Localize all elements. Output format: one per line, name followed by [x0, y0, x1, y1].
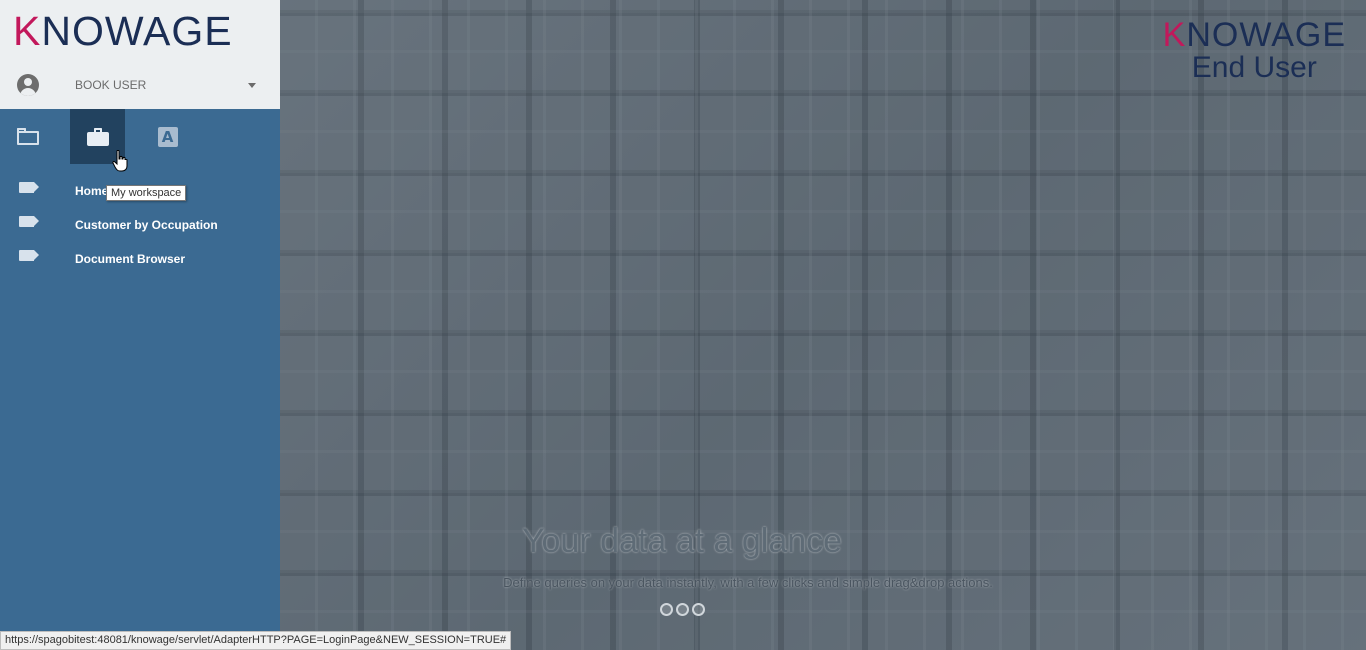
sidebar-logo: KNOWAGE: [0, 0, 280, 62]
knowage-brand-logo: KNOWAGE: [1163, 18, 1346, 52]
brand-text: NOWAGE: [1186, 16, 1346, 54]
sidebar: KNOWAGE BOOK USER A Homepage Customer by…: [0, 0, 280, 650]
hand-cursor-icon: [112, 150, 128, 172]
sidebar-item-customer-by-occupation[interactable]: Customer by Occupation: [0, 206, 280, 240]
sidebar-tabs: A: [0, 109, 280, 164]
carousel-dot[interactable]: [676, 603, 689, 616]
folder-icon: [16, 128, 39, 145]
brand-subtitle: End User: [1191, 51, 1317, 84]
briefcase-icon: [86, 127, 109, 146]
main-content: KNOWAGE End User Your data at a glance D…: [280, 0, 1366, 650]
carousel-dot[interactable]: [660, 603, 673, 616]
sidebar-item-label: Customer by Occupation: [75, 218, 218, 232]
tab-folder[interactable]: [0, 109, 55, 164]
user-menu[interactable]: BOOK USER: [0, 62, 280, 109]
account-icon: [17, 74, 39, 96]
brand-k-letter: K: [1162, 16, 1187, 54]
tag-icon: [19, 182, 39, 193]
tooltip: My workspace: [106, 185, 187, 201]
tab-font[interactable]: A: [140, 109, 195, 164]
tag-icon: [19, 250, 39, 261]
tag-icon: [19, 216, 39, 227]
sidebar-item-document-browser[interactable]: Document Browser: [0, 240, 280, 274]
knowage-logo: KNOWAGE: [13, 7, 233, 54]
browser-status-bar: https://spagobitest:48081/knowage/servle…: [0, 631, 512, 650]
brand-logo: KNOWAGE End User: [1163, 18, 1346, 84]
carousel-headline: Your data at a glance: [521, 522, 843, 560]
carousel-dot[interactable]: [692, 603, 705, 616]
font-icon: A: [157, 126, 178, 147]
logo-text: NOWAGE: [41, 7, 233, 54]
sidebar-item-label: Document Browser: [75, 252, 186, 266]
carousel-dots: [660, 603, 705, 616]
chevron-down-icon[interactable]: [248, 83, 256, 88]
logo-k-letter: K: [13, 7, 42, 54]
carousel-subline: Define queries on your data instantly, w…: [503, 575, 993, 590]
user-name: BOOK USER: [75, 78, 147, 92]
